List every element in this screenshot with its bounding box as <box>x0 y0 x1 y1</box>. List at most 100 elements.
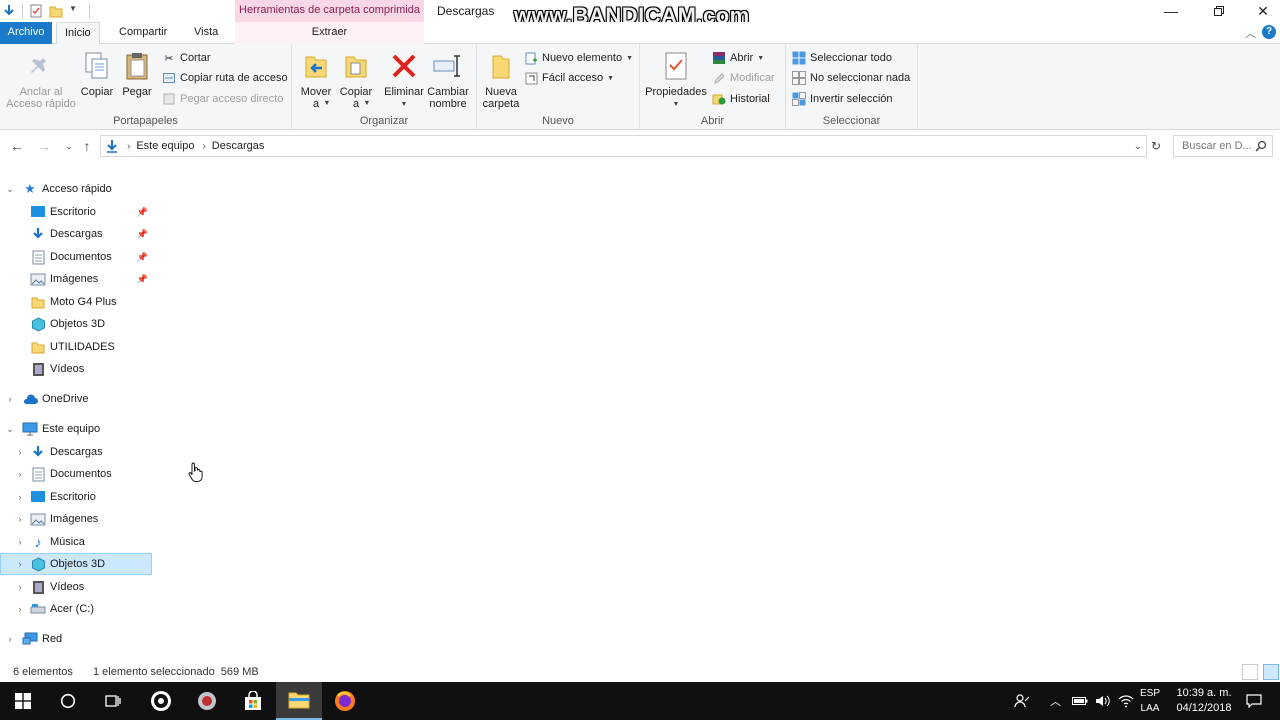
copy-button[interactable]: Copiar <box>78 50 116 98</box>
paste-shortcut-button[interactable]: Pegar acceso directo <box>162 90 283 108</box>
properties-icon[interactable] <box>29 4 43 18</box>
wifi-icon[interactable] <box>1118 682 1134 720</box>
cortana-search-icon[interactable] <box>45 682 91 720</box>
refresh-icon[interactable]: ↻ <box>1147 137 1165 155</box>
breadcrumb-downloads[interactable]: Descargas <box>212 140 265 152</box>
details-view-icon[interactable] <box>1242 664 1258 680</box>
rename-button[interactable]: Cambiar nombre <box>426 50 470 110</box>
customize-qat-icon[interactable]: ▼ <box>69 4 83 18</box>
collapsed-chevron-icon[interactable]: › <box>14 514 26 524</box>
copy-path-button[interactable]: Copiar ruta de acceso <box>162 69 288 87</box>
nav-quick-access[interactable]: ⌄ ★ Acceso rápido <box>0 178 152 200</box>
expanded-chevron-icon[interactable]: ⌄ <box>4 184 16 195</box>
collapsed-chevron-icon[interactable]: › <box>14 559 26 569</box>
file-explorer-icon[interactable] <box>276 682 322 720</box>
store-bag-icon[interactable] <box>230 682 276 720</box>
open-button[interactable]: Abrir ▼ <box>712 49 764 67</box>
collapsed-chevron-icon[interactable]: › <box>4 634 16 644</box>
move-to-button[interactable]: Mover a ▼ <box>296 50 336 110</box>
select-all-button[interactable]: Seleccionar todo <box>792 49 892 67</box>
collapsed-chevron-icon[interactable]: › <box>14 469 26 479</box>
taskbar-clock[interactable]: 10:39 a. m. 04/12/2018 <box>1173 686 1235 716</box>
forward-arrow-icon[interactable]: → <box>35 137 53 155</box>
tab-file[interactable]: Archivo <box>0 22 52 44</box>
nav-quick-documents[interactable]: Documentos 📌 <box>0 246 152 268</box>
breadcrumb-separator-icon[interactable]: › <box>127 141 130 152</box>
close-button[interactable]: ✕ <box>1240 0 1280 22</box>
nav-pc-videos[interactable]: › Vídeos <box>0 576 152 598</box>
nav-pc-images[interactable]: › Imágenes <box>0 508 152 530</box>
nav-this-pc[interactable]: ⌄ Este equipo <box>0 418 152 440</box>
nav-quick-moto[interactable]: Moto G4 Plus <box>0 291 152 313</box>
paste-button[interactable]: Pegar <box>118 50 156 98</box>
collapsed-chevron-icon[interactable]: › <box>14 604 26 614</box>
select-none-button[interactable]: No seleccionar nada <box>792 69 910 87</box>
nav-network[interactable]: › Red <box>0 628 152 650</box>
easy-access-button[interactable]: Fácil acceso ▼ <box>524 69 614 87</box>
properties-button[interactable]: Propiedades ▼ <box>644 50 708 111</box>
help-icon[interactable]: ? <box>1262 25 1276 39</box>
invert-selection-button[interactable]: Invertir selección <box>792 90 893 108</box>
minimize-button[interactable]: — <box>1148 0 1194 22</box>
nav-quick-desktop[interactable]: Escritorio 📌 <box>0 201 152 223</box>
breadcrumb-this-pc[interactable]: Este equipo <box>136 140 194 152</box>
input-language-indicator[interactable]: ESP LAA <box>1140 686 1160 716</box>
large-icons-view-icon[interactable] <box>1263 664 1279 680</box>
notifications-icon[interactable] <box>1246 682 1262 720</box>
firefox-icon[interactable] <box>322 682 368 720</box>
up-arrow-icon[interactable]: ↑ <box>78 137 96 155</box>
collapsed-chevron-icon[interactable]: › <box>4 394 16 404</box>
collapse-ribbon-icon[interactable]: ︿ <box>1245 25 1256 41</box>
nav-pc-music[interactable]: › ♪ Música <box>0 531 152 553</box>
tab-share[interactable]: Compartir <box>111 22 175 44</box>
nav-pc-3d-objects[interactable]: › Objetos 3D <box>0 553 152 575</box>
nav-quick-utilidades[interactable]: UTILIDADES <box>0 336 152 358</box>
group-open: Propiedades ▼ Abrir ▼ Modificar Historia… <box>640 44 786 130</box>
battery-icon[interactable] <box>1072 682 1088 720</box>
new-folder-button[interactable]: Nueva carpeta <box>481 50 521 110</box>
delete-button[interactable]: Eliminar ▼ <box>382 50 426 111</box>
recorder-app-icon[interactable] <box>184 682 230 720</box>
new-item-button[interactable]: Nuevo elemento ▼ <box>524 49 633 67</box>
search-input[interactable]: Buscar en D... <box>1173 135 1273 157</box>
nav-onedrive[interactable]: › OneDrive <box>0 388 152 410</box>
nav-quick-videos[interactable]: Vídeos <box>0 358 152 380</box>
start-windows-icon[interactable] <box>0 682 46 720</box>
copy-to-button[interactable]: Copiar a ▼ <box>336 50 376 110</box>
collapsed-chevron-icon[interactable]: › <box>14 582 26 592</box>
volume-icon[interactable] <box>1095 682 1111 720</box>
expanded-chevron-icon[interactable]: ⌄ <box>4 424 16 435</box>
nav-pc-documents[interactable]: › Documentos <box>0 463 152 485</box>
3d-objects-icon <box>30 316 46 332</box>
pin-quick-access-button[interactable]: Anclar al Acceso rápido <box>6 50 76 110</box>
task-view-icon[interactable] <box>90 682 136 720</box>
nav-pc-desktop[interactable]: › Escritorio <box>0 486 152 508</box>
tab-home[interactable]: Inicio <box>56 22 100 45</box>
tab-view[interactable]: Vista <box>186 22 226 44</box>
collapsed-chevron-icon[interactable]: › <box>14 537 26 547</box>
file-list-area[interactable] <box>152 162 1280 662</box>
breadcrumb-separator-icon[interactable]: › <box>202 141 205 152</box>
nav-pc-downloads[interactable]: › Descargas <box>0 441 152 463</box>
tab-extract[interactable]: Extraer <box>235 22 424 44</box>
nav-pc-drive-c[interactable]: › Acer (C:) <box>0 598 152 620</box>
people-icon[interactable] <box>1014 682 1030 720</box>
collapsed-chevron-icon[interactable]: › <box>14 447 26 457</box>
collapsed-chevron-icon[interactable]: › <box>14 492 26 502</box>
restore-button[interactable] <box>1196 0 1242 22</box>
new-folder-icon[interactable] <box>49 4 63 18</box>
nav-quick-3d-objects[interactable]: Objetos 3D <box>0 313 152 335</box>
network-icon <box>22 631 38 647</box>
address-bar[interactable]: › Este equipo › Descargas ⌄ <box>100 135 1147 157</box>
back-arrow-icon[interactable]: ← <box>8 137 26 155</box>
show-hidden-icons-icon[interactable]: ︿ <box>1050 682 1061 720</box>
nav-quick-downloads[interactable]: Descargas 📌 <box>0 223 152 245</box>
nav-quick-images[interactable]: Imágenes 📌 <box>0 268 152 290</box>
cut-button[interactable]: ✂ Cortar <box>162 49 210 67</box>
history-button[interactable]: Historial <box>712 90 770 108</box>
recent-locations-chevron-icon[interactable]: ⌄ <box>60 137 78 155</box>
edit-button[interactable]: Modificar <box>712 69 775 87</box>
address-dropdown-icon[interactable]: ⌄ <box>1134 141 1142 152</box>
obs-app-icon[interactable] <box>138 682 184 720</box>
download-arrow-icon[interactable] <box>2 4 16 18</box>
